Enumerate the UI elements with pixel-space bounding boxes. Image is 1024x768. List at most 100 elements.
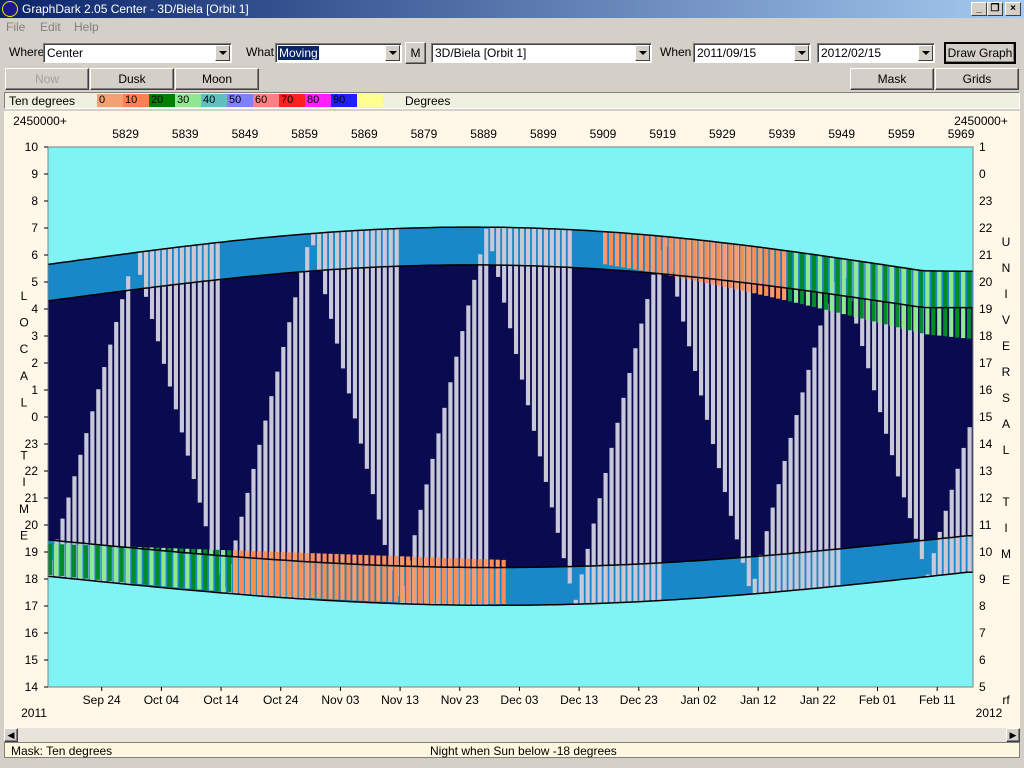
- night-bar: [501, 265, 508, 568]
- comet-altitude-bar: [793, 251, 799, 303]
- moonlight-bar: [370, 229, 375, 495]
- universal-time-tick: 19: [979, 302, 993, 316]
- color-legend: Ten degrees 0 10 20 30 40 50 60 70 80 90 Degrees: [4, 92, 1020, 109]
- moonlight-bar: [651, 274, 656, 602]
- comet-altitude-bar: [752, 246, 757, 294]
- night-bar: [316, 270, 323, 563]
- twilight-bar: [429, 227, 437, 266]
- jd-tick-label: 5879: [411, 127, 438, 141]
- moonlight-bar: [812, 347, 817, 589]
- twilight-bar: [292, 235, 300, 273]
- comet-altitude-bar: [113, 546, 118, 582]
- universal-time-axis-letter: I: [1004, 521, 1007, 535]
- horizontal-scrollbar[interactable]: ◀ ▶: [4, 728, 1020, 742]
- jd-prefix-right: 2450000+: [954, 114, 1008, 128]
- universal-time-tick: 23: [979, 194, 993, 208]
- night-bar: [400, 266, 407, 567]
- comet-altitude-bar: [310, 553, 315, 599]
- comet-altitude-bar: [770, 248, 775, 298]
- comet-altitude-bar: [364, 555, 369, 601]
- local-time-tick: 15: [25, 653, 39, 667]
- universal-time-axis-letter: E: [1002, 573, 1010, 587]
- chevron-down-icon[interactable]: [215, 45, 230, 61]
- comet-altitude-bar: [841, 258, 846, 315]
- moonlight-bar: [615, 422, 620, 603]
- universal-time-tick: 13: [979, 464, 993, 478]
- universal-time-axis-letter: E: [1002, 339, 1010, 353]
- restore-button[interactable]: ❐: [987, 2, 1003, 16]
- twilight-bar: [925, 540, 932, 577]
- scroll-right-icon[interactable]: ▶: [1006, 728, 1020, 742]
- object-select[interactable]: 3D/Biela [Orbit 1]: [431, 43, 652, 63]
- start-date-select[interactable]: 2011/09/15: [693, 43, 811, 63]
- chevron-down-icon[interactable]: [635, 45, 650, 61]
- dusk-button[interactable]: Dusk: [90, 68, 174, 90]
- night-bar: [764, 285, 771, 556]
- what-select[interactable]: Moving: [275, 43, 402, 63]
- jd-tick-label: 5849: [232, 127, 259, 141]
- moonlight-bar: [961, 447, 966, 573]
- twilight-bar: [131, 253, 138, 290]
- universal-time-tick: 1: [979, 140, 986, 154]
- object-value: 3D/Biela [Orbit 1]: [435, 46, 527, 60]
- local-time-axis-letter: M: [19, 502, 29, 516]
- night-bar: [53, 300, 61, 541]
- moon-button[interactable]: Moon: [175, 68, 259, 90]
- chevron-down-icon[interactable]: [794, 45, 809, 61]
- twilight-bar: [89, 258, 97, 296]
- scroll-left-icon[interactable]: ◀: [4, 728, 18, 742]
- where-select[interactable]: Center: [43, 43, 232, 63]
- moonlight-bar: [167, 248, 173, 387]
- date-tick-label: Nov 23: [441, 693, 479, 707]
- comet-altitude-bar: [788, 250, 793, 302]
- darkness-chart[interactable]: 2450000+ 2450000+5829 5839 5849 5859 5869 5879…: [4, 111, 1020, 726]
- now-button[interactable]: Now: [5, 68, 89, 90]
- when-label: When: [660, 45, 692, 59]
- app-icon: [2, 1, 18, 17]
- moonlight-bar: [191, 245, 196, 480]
- legend-swatch: 10: [123, 94, 149, 107]
- draw-graph-button[interactable]: Draw Graph: [944, 42, 1016, 64]
- menu-help[interactable]: Help: [74, 20, 99, 34]
- twilight-bar: [704, 560, 711, 598]
- moonlight-bar: [155, 250, 161, 342]
- grids-button[interactable]: Grids: [935, 68, 1019, 90]
- moonlight-bar: [609, 447, 614, 604]
- close-button[interactable]: ×: [1005, 2, 1021, 16]
- night-bar: [59, 299, 67, 542]
- comet-altitude-bar: [203, 549, 208, 590]
- comet-altitude-bar: [161, 547, 166, 587]
- menu-file[interactable]: File: [6, 20, 25, 34]
- comet-altitude-bar: [429, 557, 435, 604]
- moonlight-bar: [549, 228, 554, 508]
- mask-button[interactable]: Mask: [850, 68, 934, 90]
- legend-swatch: [357, 94, 383, 107]
- moonlight-bar: [740, 244, 745, 563]
- comet-altitude-bar: [632, 233, 638, 270]
- chevron-down-icon[interactable]: [918, 45, 933, 61]
- twilight-bar: [913, 541, 920, 579]
- night-bar: [412, 265, 419, 567]
- twilight-bar: [847, 548, 855, 586]
- moonlight-bar: [830, 281, 835, 587]
- moonlight-bar: [394, 228, 399, 597]
- moonlight-bar: [579, 574, 584, 605]
- menu-edit[interactable]: Edit: [40, 20, 61, 34]
- m-button[interactable]: M: [405, 42, 426, 64]
- comet-altitude-bar: [316, 553, 321, 599]
- jd-prefix-left: 2450000+: [13, 114, 67, 128]
- comet-altitude-bar: [495, 559, 500, 605]
- end-date-select[interactable]: 2012/02/15: [817, 43, 935, 63]
- minimize-button[interactable]: _: [971, 2, 987, 16]
- twilight-bar: [250, 238, 258, 277]
- comet-altitude-bar: [125, 546, 130, 583]
- twilight-bar: [597, 231, 604, 269]
- twilight-bar: [907, 542, 914, 579]
- chevron-down-icon[interactable]: [385, 45, 400, 61]
- comet-altitude-bar: [662, 236, 667, 275]
- comet-altitude-bar: [650, 235, 655, 273]
- universal-time-axis-letter: R: [1002, 365, 1011, 379]
- twilight-bar: [113, 255, 121, 293]
- legend-swatch: 50: [227, 94, 253, 107]
- twilight-bar: [555, 566, 562, 605]
